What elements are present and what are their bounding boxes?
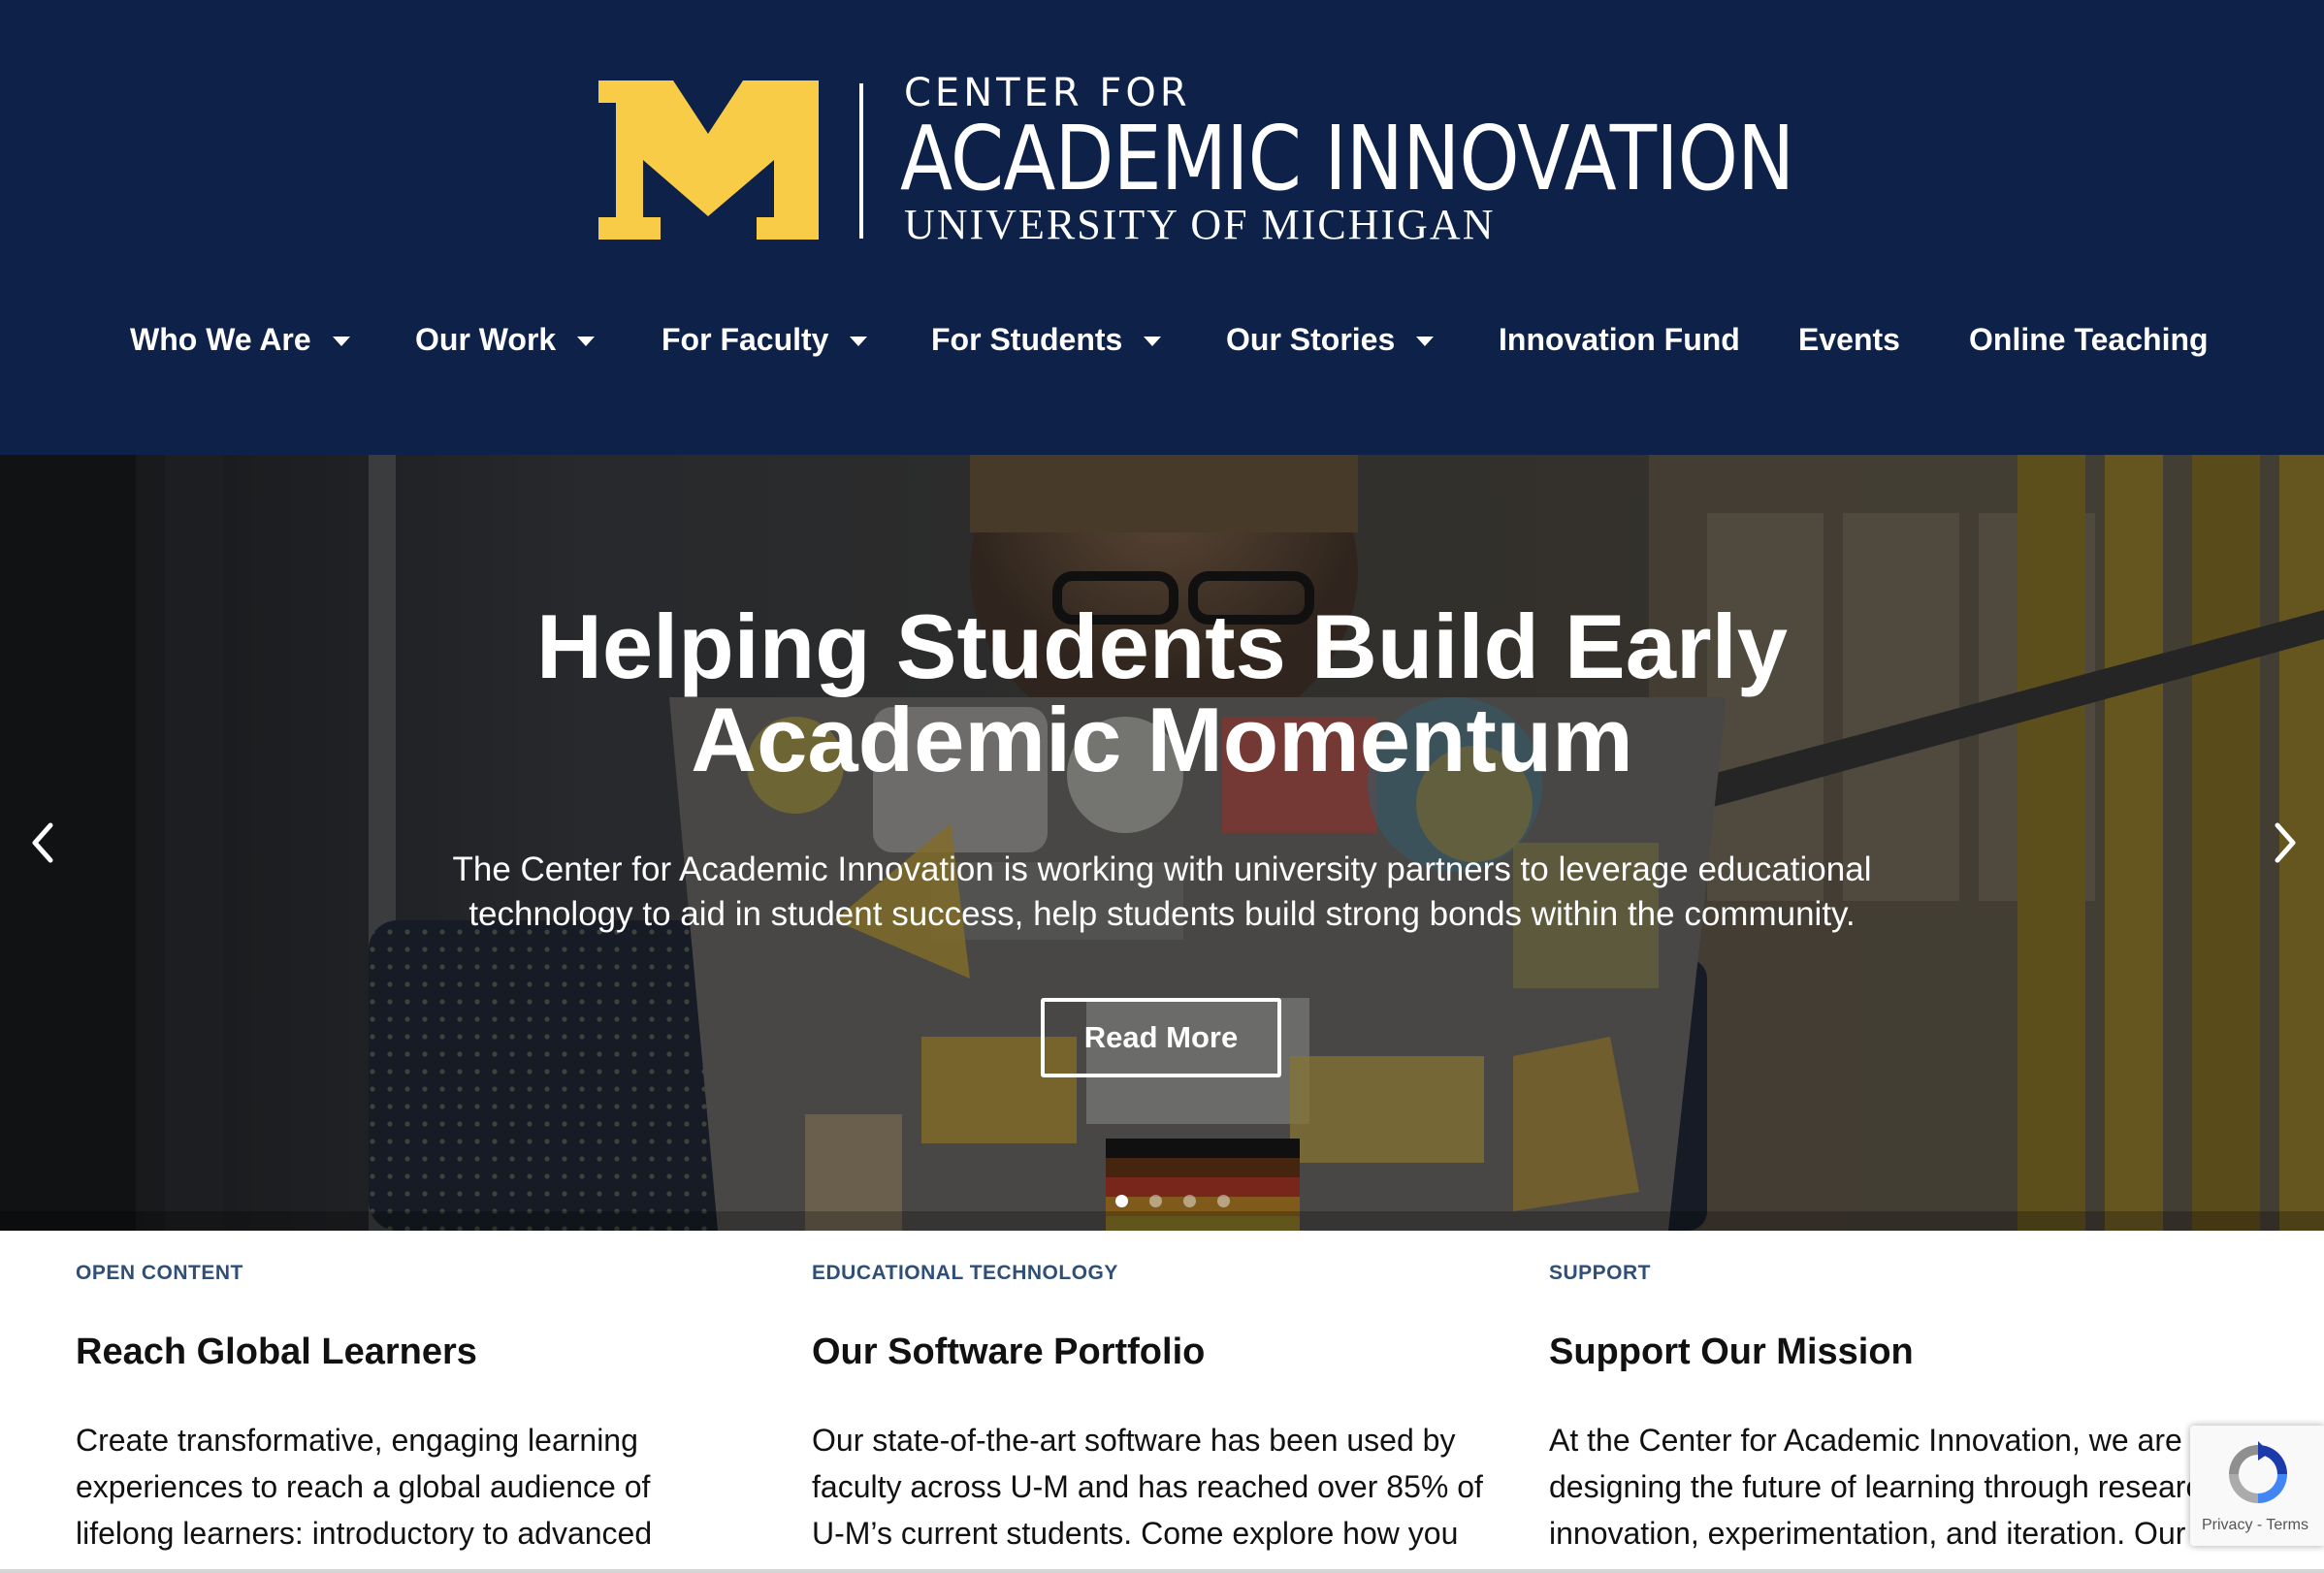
caret-down-icon (1416, 337, 1435, 346)
main-nav: Who We Are Our Work For Faculty For Stud… (0, 310, 2324, 369)
nav-item-label: Our Stories (1226, 321, 1396, 357)
feature-eyebrow: EDUCATIONAL TECHNOLOGY (812, 1262, 1118, 1284)
nav-item-label: For Faculty (662, 321, 829, 357)
feature-text-line: Create transformative, engaging learning (76, 1423, 638, 1458)
slider-dot-1[interactable] (1115, 1195, 1128, 1207)
caret-down-icon (577, 337, 596, 346)
hero-title-line1: Helping Students Build Early (535, 595, 1789, 697)
logo-text-academic-innovation: ACADEMIC INNOVATION (900, 107, 1794, 210)
nav-item-label: Events (1798, 321, 1900, 357)
feature-description: Create transformative, engaging learning… (76, 1417, 755, 1557)
hero-description-line2: technology to aid in student success, he… (468, 895, 1856, 933)
logo-text-university: UNIVERSITY OF MICHIGAN (904, 201, 1496, 248)
caret-down-icon (332, 337, 350, 346)
feature-title[interactable]: Reach Global Learners (76, 1332, 477, 1373)
feature-text-line: U-M’s current students. Come explore how… (812, 1516, 1459, 1551)
read-more-button[interactable]: Read More (1041, 998, 1281, 1077)
hero-background-image (0, 455, 2324, 1231)
nav-item-innovation-fund[interactable]: Innovation Fund (1499, 310, 1740, 369)
feature-text-line: innovation, experimentation, and iterati… (1549, 1516, 2186, 1551)
hero-slider: Helping Students Build Early Academic Mo… (0, 455, 2324, 1231)
feature-columns: OPEN CONTENT Reach Global Learners Creat… (0, 1231, 2324, 1573)
feature-title[interactable]: Our Software Portfolio (812, 1332, 1205, 1373)
slider-prev-button[interactable] (19, 814, 68, 872)
feature-text-line: faculty across U-M and has reached over … (812, 1469, 1483, 1504)
chevron-right-icon (2275, 822, 2296, 863)
feature-description: Our state-of-the-art software has been u… (812, 1417, 1491, 1557)
nav-item-label: For Students (931, 321, 1123, 357)
slider-dot-3[interactable] (1183, 1195, 1196, 1207)
slider-dot-4[interactable] (1217, 1195, 1230, 1207)
nav-item-online-teaching[interactable]: Online Teaching (1969, 310, 2209, 369)
page-bottom-divider (0, 1569, 2324, 1573)
caret-down-icon (850, 337, 868, 346)
slider-next-button[interactable] (2260, 814, 2308, 872)
feature-text-line: designing the future of learning through… (1549, 1469, 2228, 1504)
feature-text-line: Our state-of-the-art software has been u… (812, 1423, 1456, 1458)
nav-item-label: Innovation Fund (1499, 321, 1740, 357)
nav-item-label: Online Teaching (1969, 321, 2209, 357)
feature-title[interactable]: Support Our Mission (1549, 1332, 1914, 1373)
nav-item-our-stories[interactable]: Our Stories (1226, 310, 1435, 369)
slider-pagination (1115, 1195, 1230, 1208)
recaptcha-icon (2229, 1441, 2287, 1503)
feature-eyebrow: OPEN CONTENT (76, 1262, 243, 1284)
feature-eyebrow: SUPPORT (1549, 1262, 1652, 1284)
nav-item-label: Who We Are (130, 321, 311, 357)
recaptcha-separator: - (2252, 1517, 2267, 1533)
site-header: CENTER FOR ACADEMIC INNOVATION UNIVERSIT… (0, 0, 2324, 455)
hero-title: Helping Students Build Early Academic Mo… (0, 600, 2324, 786)
block-m-logo (598, 80, 819, 240)
hero-description-line1: The Center for Academic Innovation is wo… (452, 851, 1872, 888)
recaptcha-links: Privacy - Terms (2202, 1517, 2324, 1534)
nav-item-for-students[interactable]: For Students (931, 310, 1162, 369)
feature-text-line: At the Center for Academic Innovation, w… (1549, 1423, 2182, 1458)
feature-description: At the Center for Academic Innovation, w… (1549, 1417, 2228, 1557)
nav-item-events[interactable]: Events (1798, 310, 1900, 369)
hero-description: The Center for Academic Innovation is wo… (446, 848, 1878, 937)
recaptcha-terms-link[interactable]: Terms (2266, 1517, 2308, 1533)
hero-title-line2: Academic Momentum (691, 689, 1633, 790)
nav-item-who-we-are[interactable]: Who We Are (130, 310, 350, 369)
nav-item-label: Our Work (415, 321, 557, 357)
nav-item-for-faculty[interactable]: For Faculty (662, 310, 868, 369)
chevron-left-icon (32, 822, 53, 863)
feature-text-line: experiences to reach a global audience o… (76, 1469, 651, 1504)
recaptcha-badge[interactable]: Privacy - Terms (2190, 1426, 2324, 1546)
recaptcha-privacy-link[interactable]: Privacy (2202, 1517, 2252, 1533)
caret-down-icon (1144, 337, 1162, 346)
nav-item-our-work[interactable]: Our Work (415, 310, 596, 369)
logo-divider (859, 83, 863, 239)
feature-text-line: lifelong learners: introductory to advan… (76, 1516, 653, 1551)
slider-dot-2[interactable] (1149, 1195, 1162, 1207)
